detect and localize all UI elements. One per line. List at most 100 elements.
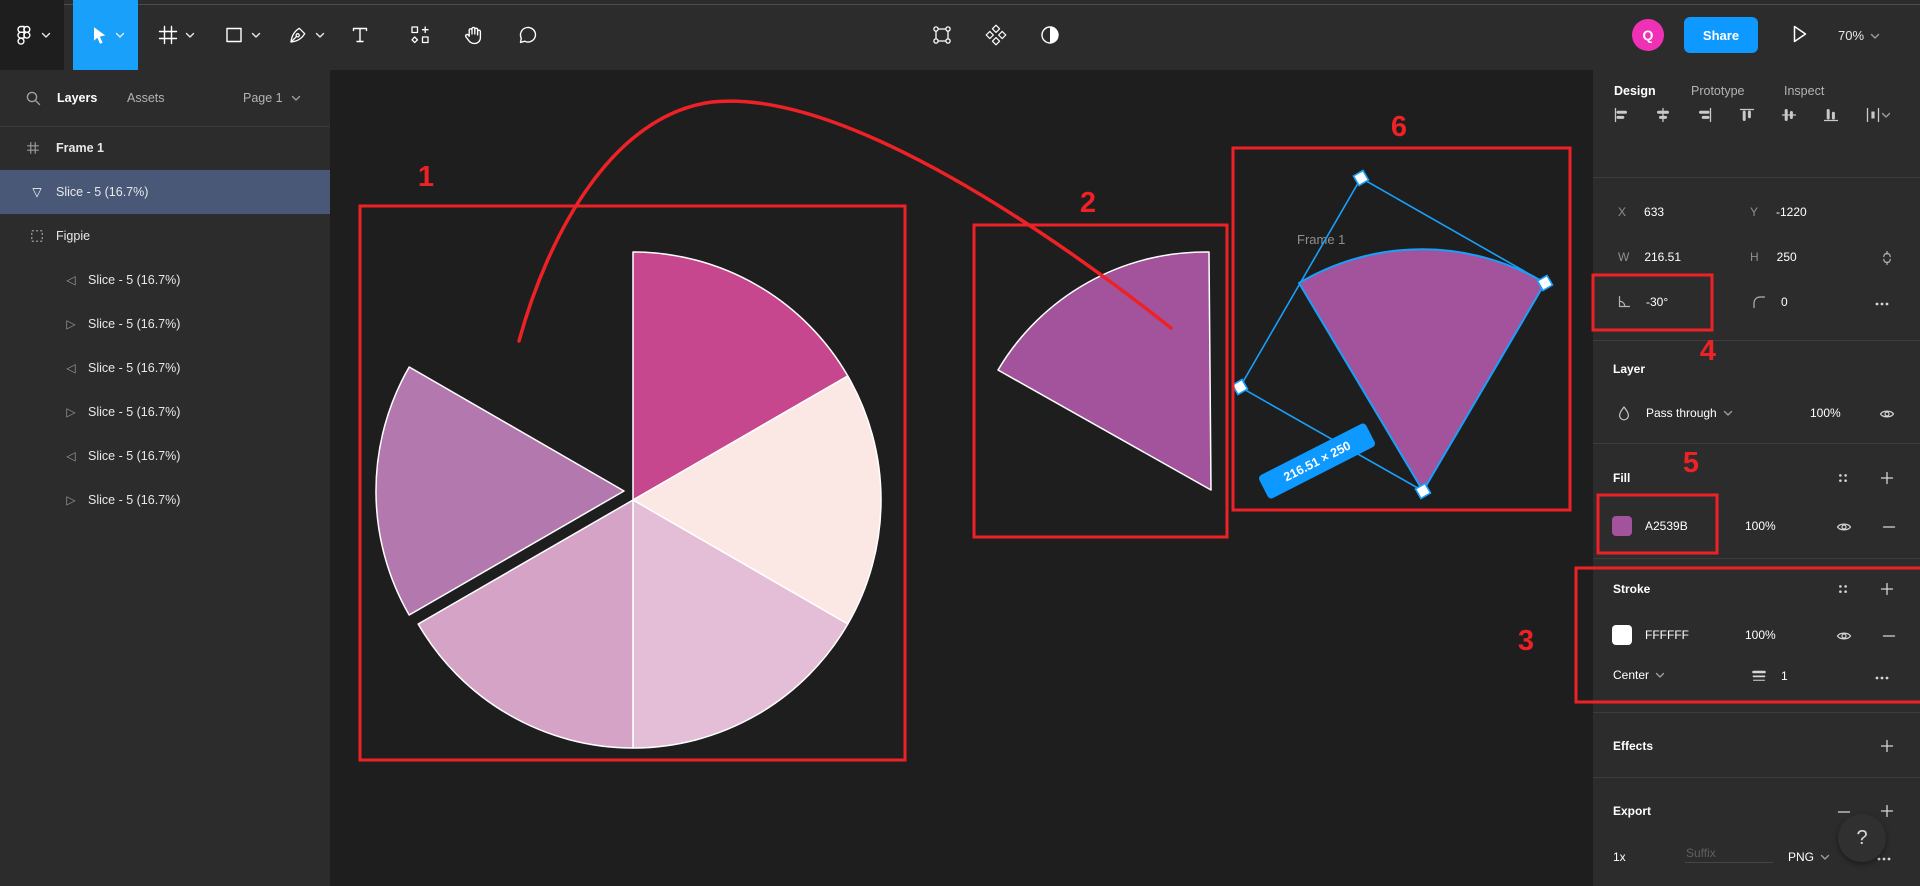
more-options-icon[interactable] <box>1874 670 1890 686</box>
layer-row[interactable]: ▷Slice - 5 (16.7%) <box>0 302 330 346</box>
pen-tool[interactable] <box>274 0 338 70</box>
shape-tool[interactable] <box>210 0 274 70</box>
fill-hex[interactable]: A2539B <box>1645 519 1688 533</box>
blend-mode-select[interactable]: Pass through <box>1616 405 1733 421</box>
add-effect-icon[interactable] <box>1879 738 1895 754</box>
layer-row[interactable]: ◁Slice - 5 (16.7%) <box>0 346 330 390</box>
styles-icon[interactable] <box>1836 582 1850 596</box>
components-icon <box>985 24 1007 46</box>
hand-tool[interactable] <box>451 0 495 70</box>
export-scale[interactable]: 1x <box>1613 850 1626 864</box>
stroke-color-row[interactable]: FFFFFF <box>1612 625 1689 645</box>
stroke-opacity[interactable]: 100% <box>1745 628 1776 642</box>
remove-fill-icon[interactable] <box>1881 519 1897 535</box>
tab-inspect[interactable]: Inspect <box>1784 84 1824 98</box>
fill-color-swatch[interactable] <box>1612 516 1632 536</box>
present-button[interactable] <box>1776 0 1820 70</box>
distribute-icon[interactable] <box>1865 107 1891 123</box>
text-tool[interactable] <box>338 0 382 70</box>
stroke-color-swatch[interactable] <box>1612 625 1632 645</box>
corner-radius-field[interactable]: 0 <box>1751 294 1788 310</box>
fill-color-row[interactable]: A2539B <box>1612 516 1688 536</box>
layer-row[interactable]: ▷Slice - 5 (16.7%) <box>0 390 330 434</box>
align-left-icon[interactable] <box>1613 107 1629 123</box>
layer-row[interactable]: ◁Slice - 5 (16.7%) <box>0 258 330 302</box>
layer-row-label: Slice - 5 (16.7%) <box>88 493 180 507</box>
main-menu[interactable] <box>0 0 64 70</box>
edit-object[interactable] <box>920 0 964 70</box>
help-label: ? <box>1856 827 1867 850</box>
frame-hash-icon <box>24 139 42 157</box>
stroke-align-value: Center <box>1613 668 1649 682</box>
mask[interactable] <box>1028 0 1072 70</box>
chevron-down-icon <box>1655 672 1665 679</box>
layer-row-label: Slice - 5 (16.7%) <box>56 185 148 199</box>
styles-icon[interactable] <box>1836 471 1850 485</box>
y-field[interactable]: Y -1220 <box>1750 205 1807 219</box>
add-export-icon[interactable] <box>1879 803 1895 819</box>
layer-row-label: Slice - 5 (16.7%) <box>88 273 180 287</box>
fill-opacity[interactable]: 100% <box>1745 519 1776 533</box>
stroke-hex[interactable]: FFFFFF <box>1645 628 1689 642</box>
page-selector[interactable]: Page 1 <box>243 70 301 126</box>
layer-row[interactable]: Figpie <box>0 214 330 258</box>
share-button[interactable]: Share <box>1684 17 1758 53</box>
frame-tool[interactable] <box>144 0 208 70</box>
stroke-align-select[interactable]: Center <box>1613 668 1665 682</box>
comment-tool[interactable] <box>506 0 550 70</box>
export-suffix-input[interactable] <box>1685 844 1773 863</box>
layer-opacity[interactable]: 100% <box>1810 406 1841 420</box>
add-stroke-icon[interactable] <box>1879 581 1895 597</box>
wedge-down-icon: ▽ <box>28 183 46 201</box>
stroke-weight-value: 1 <box>1781 669 1788 683</box>
canvas[interactable] <box>330 70 1593 886</box>
layer-row-selected[interactable]: ▽ Slice - 5 (16.7%) <box>0 170 330 214</box>
tab-assets[interactable]: Assets <box>127 70 165 126</box>
add-fill-icon[interactable] <box>1879 470 1895 486</box>
align-v-center-icon[interactable] <box>1781 107 1797 123</box>
width-field[interactable]: W 216.51 <box>1618 250 1681 264</box>
tab-prototype[interactable]: Prototype <box>1691 84 1745 98</box>
x-field[interactable]: X 633 <box>1618 205 1664 219</box>
height-field[interactable]: H 250 <box>1750 250 1797 264</box>
tab-design[interactable]: Design <box>1614 84 1656 98</box>
rotation-field[interactable]: -30° <box>1616 294 1668 310</box>
more-options-icon[interactable] <box>1874 296 1890 312</box>
align-bottom-icon[interactable] <box>1823 107 1839 123</box>
frame-icon <box>157 24 179 46</box>
fill-section-title: Fill <box>1613 471 1630 485</box>
layer-row-label: Slice - 5 (16.7%) <box>88 405 180 419</box>
visibility-eye-icon[interactable] <box>1836 519 1852 535</box>
search-icon[interactable] <box>25 70 41 126</box>
layer-row[interactable]: ◁Slice - 5 (16.7%) <box>0 434 330 478</box>
chevron-down-icon <box>1723 410 1733 417</box>
y-label: Y <box>1750 205 1758 219</box>
components[interactable] <box>974 0 1018 70</box>
y-value: -1220 <box>1776 205 1807 219</box>
visibility-eye-icon[interactable] <box>1836 628 1852 644</box>
stroke-section-title: Stroke <box>1613 582 1650 596</box>
actions-tool[interactable] <box>398 0 442 70</box>
align-right-icon[interactable] <box>1697 107 1713 123</box>
chevron-down-icon <box>251 32 261 39</box>
stroke-weight-field[interactable]: 1 <box>1751 668 1788 684</box>
layer-row[interactable]: ▷Slice - 5 (16.7%) <box>0 478 330 522</box>
mask-icon <box>1039 24 1061 46</box>
actions-icon <box>409 24 431 46</box>
constrain-proportions-icon[interactable] <box>1879 250 1895 266</box>
export-format-select[interactable]: PNG <box>1788 850 1830 864</box>
align-h-center-icon[interactable] <box>1655 107 1671 123</box>
layer-row-label: Slice - 5 (16.7%) <box>88 317 180 331</box>
align-top-icon[interactable] <box>1739 107 1755 123</box>
stroke-weight-icon <box>1751 668 1767 684</box>
avatar[interactable]: Q <box>1632 19 1664 51</box>
visibility-eye-icon[interactable] <box>1879 406 1895 422</box>
design-panel: Design Prototype Inspect X 633 Y -1220 W… <box>1593 70 1920 886</box>
zoom-menu[interactable]: 70% <box>1838 0 1880 70</box>
help-button[interactable]: ? <box>1838 814 1886 862</box>
move-tool[interactable] <box>73 0 138 70</box>
remove-stroke-icon[interactable] <box>1881 628 1897 644</box>
text-icon <box>349 24 371 46</box>
tab-layers[interactable]: Layers <box>57 70 97 126</box>
layer-row[interactable]: Frame 1 <box>0 126 330 170</box>
